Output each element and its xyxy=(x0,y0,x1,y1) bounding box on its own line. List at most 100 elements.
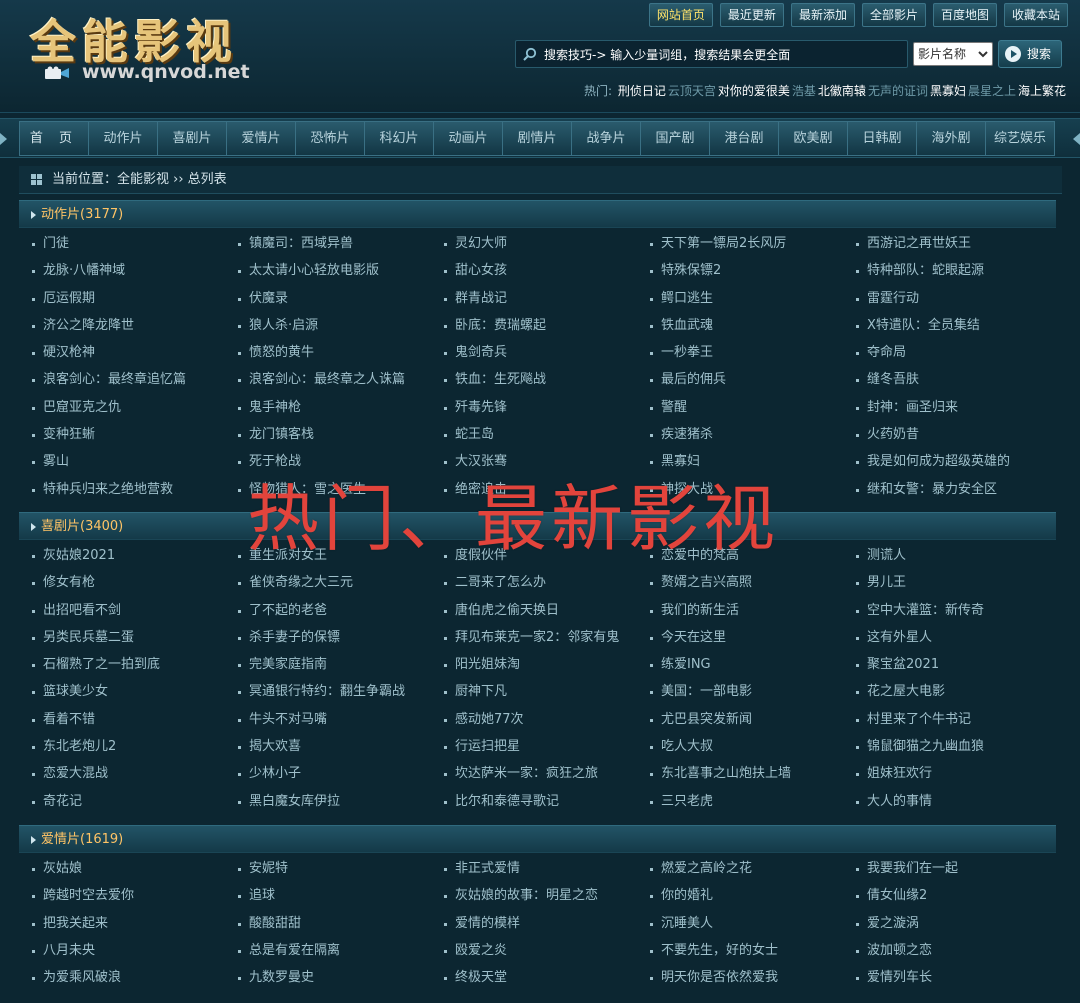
movie-link[interactable]: 爱情列车长 xyxy=(855,968,1061,995)
movie-link[interactable]: 酸酸甜甜 xyxy=(237,914,443,941)
movie-link[interactable]: 火药奶昔 xyxy=(855,425,1061,452)
movie-link[interactable]: 继和女警：暴力安全区 xyxy=(855,480,1061,507)
menu-item-category[interactable]: 海外剧 xyxy=(916,121,986,156)
movie-link[interactable]: 看着不错 xyxy=(31,710,237,737)
movie-link[interactable]: 行运扫把星 xyxy=(443,737,649,764)
movie-link[interactable]: 赘婿之吉兴高照 xyxy=(649,573,855,600)
movie-link[interactable]: 跨越时空去爱你 xyxy=(31,886,237,913)
movie-link[interactable]: 感动她77次 xyxy=(443,710,649,737)
movie-link[interactable]: 巴窟亚克之仇 xyxy=(31,398,237,425)
movie-link[interactable]: 燃爱之高岭之花 xyxy=(649,859,855,886)
movie-link[interactable]: 杀手妻子的保镖 xyxy=(237,628,443,655)
search-type-select[interactable]: 影片名称 xyxy=(913,42,993,66)
movie-link[interactable]: 济公之降龙降世 xyxy=(31,316,237,343)
movie-link[interactable]: 东北喜事之山炮扶上墙 xyxy=(649,764,855,791)
movie-link[interactable]: 鬼手神枪 xyxy=(237,398,443,425)
menu-item-category[interactable]: 日韩剧 xyxy=(847,121,917,156)
movie-link[interactable]: 警醒 xyxy=(649,398,855,425)
movie-link[interactable]: 鬼剑奇兵 xyxy=(443,343,649,370)
menu-item-category[interactable]: 港台剧 xyxy=(709,121,779,156)
movie-link[interactable]: 一秒拳王 xyxy=(649,343,855,370)
movie-link[interactable]: 冥通银行特约：翻生争霸战 xyxy=(237,682,443,709)
hot-keyword[interactable]: 无声的证词 xyxy=(868,84,928,98)
movie-link[interactable]: 聚宝盆2021 xyxy=(855,655,1061,682)
movie-link[interactable]: 牛头不对马嘴 xyxy=(237,710,443,737)
movie-link[interactable]: 练爱ING xyxy=(649,655,855,682)
movie-link[interactable]: 灵幻大师 xyxy=(443,234,649,261)
movie-link[interactable]: 群青战记 xyxy=(443,289,649,316)
menu-item-category[interactable]: 科幻片 xyxy=(364,121,434,156)
movie-link[interactable]: 空中大灌篮：新传奇 xyxy=(855,601,1061,628)
movie-link[interactable]: 篮球美少女 xyxy=(31,682,237,709)
movie-link[interactable]: 变种狂蜥 xyxy=(31,425,237,452)
movie-link[interactable]: 了不起的老爸 xyxy=(237,601,443,628)
movie-link[interactable]: 西游记之再世妖王 xyxy=(855,234,1061,261)
movie-link[interactable]: 二哥来了怎么办 xyxy=(443,573,649,600)
movie-link[interactable]: 花之屋大电影 xyxy=(855,682,1061,709)
movie-link[interactable]: 愤怒的黄牛 xyxy=(237,343,443,370)
movie-link[interactable]: 特种部队：蛇眼起源 xyxy=(855,261,1061,288)
movie-link[interactable]: 东北老炮儿2 xyxy=(31,737,237,764)
movie-link[interactable]: 龙脉·八幡神域 xyxy=(31,261,237,288)
movie-link[interactable]: 铁血武魂 xyxy=(649,316,855,343)
movie-link[interactable]: 雷霆行动 xyxy=(855,289,1061,316)
movie-link[interactable]: 最后的佣兵 xyxy=(649,370,855,397)
movie-link[interactable]: 这有外星人 xyxy=(855,628,1061,655)
movie-link[interactable]: 唐伯虎之偷天换日 xyxy=(443,601,649,628)
movie-link[interactable]: 完美家庭指南 xyxy=(237,655,443,682)
menu-item-category[interactable]: 欧美剧 xyxy=(778,121,848,156)
movie-link[interactable]: 非正式爱情 xyxy=(443,859,649,886)
movie-link[interactable]: 揭大欢喜 xyxy=(237,737,443,764)
hot-keyword[interactable]: 北徽南辕 xyxy=(818,84,866,98)
movie-link[interactable]: 美国：一部电影 xyxy=(649,682,855,709)
scroll-right-icon[interactable] xyxy=(1073,133,1080,145)
movie-link[interactable]: 黑白魔女库伊拉 xyxy=(237,792,443,819)
movie-link[interactable]: X特遣队：全员集结 xyxy=(855,316,1061,343)
topnav-all-movies[interactable]: 全部影片 xyxy=(861,3,926,27)
movie-link[interactable]: 镇魔司：西域异兽 xyxy=(237,234,443,261)
menu-item-category[interactable]: 爱情片 xyxy=(226,121,296,156)
movie-link[interactable]: 今天在这里 xyxy=(649,628,855,655)
movie-link[interactable]: 灰姑娘的故事：明星之恋 xyxy=(443,886,649,913)
topnav-bookmark[interactable]: 收藏本站 xyxy=(1003,3,1068,27)
movie-link[interactable]: 灰姑娘2021 xyxy=(31,546,237,573)
movie-link[interactable]: 浪客剑心：最终章之人诛篇 xyxy=(237,370,443,397)
movie-link[interactable]: 鳄口逃生 xyxy=(649,289,855,316)
movie-link[interactable]: 锦鼠御猫之九幽血狼 xyxy=(855,737,1061,764)
movie-link[interactable]: 爱之漩涡 xyxy=(855,914,1061,941)
movie-link[interactable]: 你的婚礼 xyxy=(649,886,855,913)
movie-link[interactable]: 石榴熟了之一拍到底 xyxy=(31,655,237,682)
movie-link[interactable]: 把我关起来 xyxy=(31,914,237,941)
movie-link[interactable]: 八月未央 xyxy=(31,941,237,968)
menu-item-category[interactable]: 综艺娱乐 xyxy=(985,121,1055,156)
movie-link[interactable]: 九数罗曼史 xyxy=(237,968,443,995)
movie-link[interactable]: 浪客剑心：最终章追忆篇 xyxy=(31,370,237,397)
movie-link[interactable]: 卧底：费瑞螺起 xyxy=(443,316,649,343)
movie-link[interactable]: 雾山 xyxy=(31,452,237,479)
movie-link[interactable]: 门徒 xyxy=(31,234,237,261)
hot-keyword[interactable]: 黑寡妇 xyxy=(930,84,966,98)
movie-link[interactable]: 尤巴县突发新闻 xyxy=(649,710,855,737)
search-input[interactable] xyxy=(544,44,904,65)
movie-link[interactable]: 沉睡美人 xyxy=(649,914,855,941)
menu-item-category[interactable]: 喜剧片 xyxy=(157,121,227,156)
movie-link[interactable]: 出招吧看不剑 xyxy=(31,601,237,628)
menu-item-category[interactable]: 国产剧 xyxy=(640,121,710,156)
movie-link[interactable]: 太太请小心轻放电影版 xyxy=(237,261,443,288)
topnav-recent-updates[interactable]: 最近更新 xyxy=(719,3,784,27)
search-button[interactable]: 搜索 xyxy=(998,40,1062,68)
movie-link[interactable]: 修女有枪 xyxy=(31,573,237,600)
movie-link[interactable]: 男儿王 xyxy=(855,573,1061,600)
movie-link[interactable]: 蛇王岛 xyxy=(443,425,649,452)
movie-link[interactable]: 我要我们在一起 xyxy=(855,859,1061,886)
movie-link[interactable]: 拜见布莱克一家2：邻家有鬼 xyxy=(443,628,649,655)
movie-link[interactable]: 狼人杀·启源 xyxy=(237,316,443,343)
movie-link[interactable]: 姐妹狂欢行 xyxy=(855,764,1061,791)
movie-link[interactable]: 歼毒先锋 xyxy=(443,398,649,425)
topnav-home[interactable]: 网站首页 xyxy=(648,3,713,27)
movie-link[interactable]: 疾速猪杀 xyxy=(649,425,855,452)
movie-link[interactable]: 为爱乘风破浪 xyxy=(31,968,237,995)
movie-link[interactable]: 阳光姐妹淘 xyxy=(443,655,649,682)
movie-link[interactable]: 灰姑娘 xyxy=(31,859,237,886)
movie-link[interactable]: 夺命局 xyxy=(855,343,1061,370)
